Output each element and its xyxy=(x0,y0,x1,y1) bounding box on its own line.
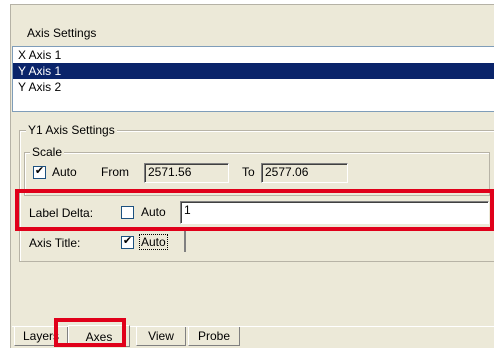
scale-auto-checkbox[interactable]: ✔ xyxy=(33,165,46,179)
axis-title-label: Axis Title: xyxy=(29,236,81,250)
axis-list-item[interactable]: Y Axis 2 xyxy=(13,79,494,95)
axis-list-item[interactable]: X Axis 1 xyxy=(13,47,494,63)
scale-from-field[interactable]: 2571.56 xyxy=(144,163,229,183)
axes-listbox[interactable]: X Axis 1 Y Axis 1 Y Axis 2 xyxy=(12,46,494,112)
field-edge-divider xyxy=(184,230,186,252)
scale-group xyxy=(24,152,490,196)
axis-title-auto-checkbox[interactable]: ✔ xyxy=(121,235,134,249)
label-delta-input[interactable]: 1 xyxy=(180,201,489,224)
label-delta-auto-checkbox[interactable] xyxy=(121,206,134,219)
tab-strip: Layers Axes View Probe xyxy=(12,325,252,347)
tab-view[interactable]: View xyxy=(136,327,186,346)
scale-group-title: Scale xyxy=(30,145,65,159)
scale-to-label: To xyxy=(242,165,255,179)
tab-probe[interactable]: Probe xyxy=(188,327,240,346)
y1-axis-settings-title: Y1 Axis Settings xyxy=(26,123,117,137)
check-icon: ✔ xyxy=(122,235,133,247)
y1-axis-settings-group xyxy=(19,130,494,262)
scale-to-field[interactable]: 2577.06 xyxy=(261,163,348,183)
label-delta-auto-label: Auto xyxy=(141,205,166,219)
scale-from-label: From xyxy=(101,165,129,179)
axis-list-item-selected[interactable]: Y Axis 1 xyxy=(13,63,494,79)
check-icon: ✔ xyxy=(34,165,45,177)
tab-axes[interactable]: Axes xyxy=(68,325,130,347)
tab-layers[interactable]: Layers xyxy=(14,327,68,346)
axis-settings-title: Axis Settings xyxy=(27,26,97,40)
scale-auto-label: Auto xyxy=(52,165,77,179)
axis-title-auto-label: Auto xyxy=(139,234,168,250)
label-delta-label: Label Delta: xyxy=(29,206,94,220)
